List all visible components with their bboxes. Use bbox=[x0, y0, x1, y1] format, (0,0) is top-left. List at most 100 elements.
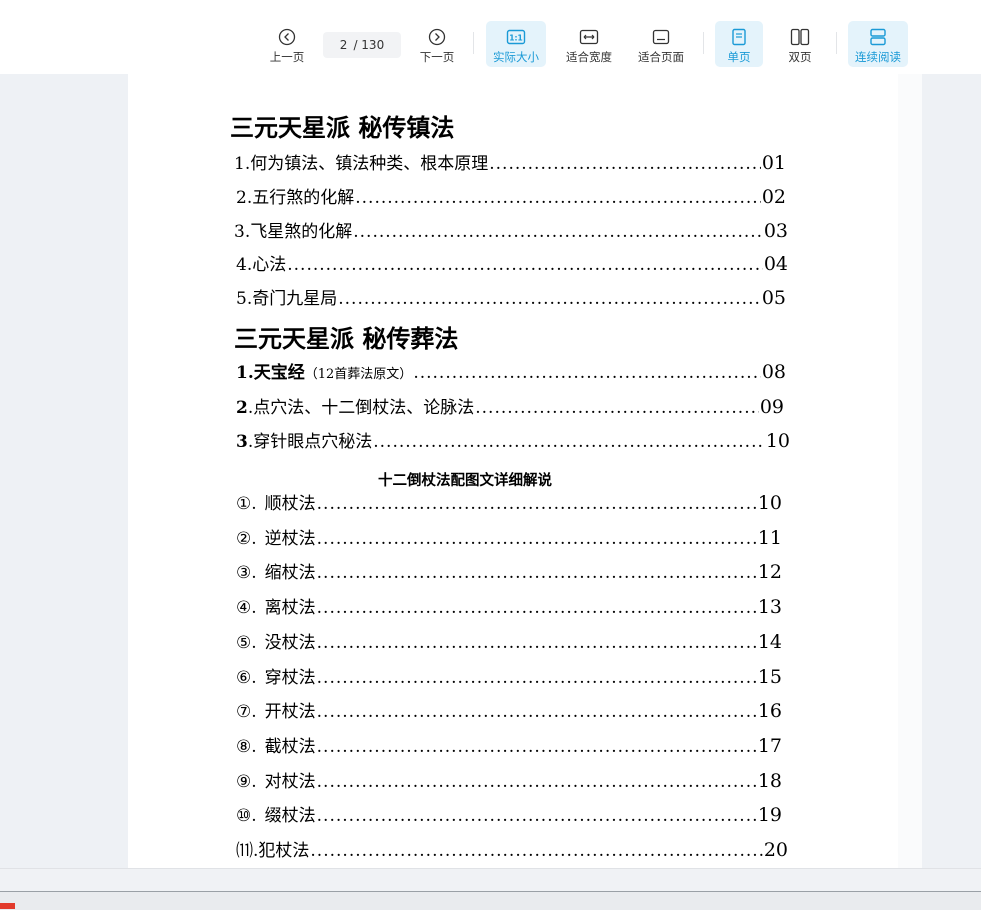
toc-entry-page: 14 bbox=[757, 630, 782, 653]
toc-entry-label: .点穴法、十二倒杖法、论脉法 bbox=[247, 398, 475, 418]
toc-entry-marker: ⑩. bbox=[236, 806, 257, 827]
toc-entry-note: （12首葬法原文） bbox=[304, 367, 413, 382]
toc-entry-label: .天宝经 bbox=[247, 363, 305, 383]
toc-entry[interactable]: 2 .点穴法、十二倒杖法、论脉法 09 bbox=[236, 393, 784, 418]
next-page-button[interactable]: 下一页 bbox=[414, 21, 460, 67]
toc-leader-dots bbox=[317, 702, 757, 722]
toc-leader-dots bbox=[317, 529, 757, 549]
toc-leader-dots bbox=[353, 222, 763, 242]
document-page: 三元天星派 秘传镇法 1.何为镇法、镇法种类、根本原理 01 2.五行煞的化解 … bbox=[128, 74, 900, 868]
toc-leader-dots bbox=[317, 494, 757, 514]
toc-entry[interactable]: 1 .天宝经 （12首葬法原文） 08 bbox=[236, 358, 786, 383]
toc-leader-dots bbox=[475, 398, 759, 418]
prev-page-button[interactable]: 上一页 bbox=[264, 21, 310, 67]
toc-entry-label: 缩杖法 bbox=[264, 563, 316, 584]
toc-entry[interactable]: ⑦. 开杖法 16 bbox=[236, 697, 782, 722]
toc-entry[interactable]: 2.五行煞的化解 02 bbox=[236, 183, 786, 208]
toc-entry[interactable]: ①. 顺杖法 10 bbox=[236, 489, 782, 514]
toc-entry-number: 1 bbox=[236, 363, 248, 383]
section-title-zangfa: 三元天星派 秘传葬法 bbox=[234, 324, 459, 353]
toc-entry-label: 穿杖法 bbox=[264, 667, 316, 688]
toc-leader-dots bbox=[317, 772, 757, 792]
page-number-input[interactable]: 2 / 130 bbox=[323, 32, 401, 58]
viewer-toolbar: 上一页 2 / 130 下一页 1:1 实际大小 适合宽度 适合页面 单页 双页… bbox=[0, 0, 981, 74]
app-icon[interactable] bbox=[0, 903, 15, 909]
toc-entry-marker: ②. bbox=[236, 528, 257, 549]
toc-entry[interactable]: ⑨. 对杖法 18 bbox=[236, 767, 782, 792]
toc-entry[interactable]: ⑥. 穿杖法 15 bbox=[236, 663, 782, 688]
fit-page-icon bbox=[651, 27, 671, 47]
fit-width-button[interactable]: 适合宽度 bbox=[559, 21, 619, 67]
toc-entry-page: 17 bbox=[757, 734, 782, 757]
toc-entry-marker: ⑦. bbox=[236, 702, 257, 723]
toc-entry-label: 离杖法 bbox=[264, 598, 316, 619]
chevron-left-circle-icon bbox=[278, 27, 296, 47]
toc-entry-page: 10 bbox=[765, 430, 790, 452]
toc-entry-page: 04 bbox=[763, 253, 788, 275]
toc-entry-marker: ⑤. bbox=[236, 632, 257, 653]
toc-entry-label: 逆杖法 bbox=[264, 528, 316, 549]
viewer-bottom-bar bbox=[0, 868, 981, 892]
toolbar-divider bbox=[836, 32, 837, 54]
current-page: 2 bbox=[339, 38, 348, 52]
toc-entry-label: 截杖法 bbox=[264, 736, 316, 757]
toc-leader-dots bbox=[317, 806, 757, 826]
fit-width-label: 适合宽度 bbox=[566, 50, 612, 64]
toc-entry-marker: ⑥. bbox=[236, 667, 257, 688]
toc-entry[interactable]: 5.奇门九星局 05 bbox=[236, 284, 786, 309]
toc-entry[interactable]: ⑩. 缀杖法 19 bbox=[236, 801, 782, 826]
toc-entry-label: 顺杖法 bbox=[264, 494, 316, 514]
double-page-button[interactable]: 双页 bbox=[776, 21, 824, 67]
toc-entry-page: 13 bbox=[757, 596, 782, 619]
toc-entry-label: 3.飞星煞的化解 bbox=[234, 222, 353, 242]
toc-entry[interactable]: ④. 离杖法 13 bbox=[236, 593, 782, 618]
double-page-label: 双页 bbox=[788, 50, 812, 64]
toc-entry-page: 11 bbox=[757, 526, 782, 549]
toc-entry-page: 01 bbox=[761, 152, 786, 174]
toc-entry[interactable]: 3 .穿针眼点穴秘法 10 bbox=[236, 427, 790, 452]
toc-entry-label: 对杖法 bbox=[264, 771, 316, 792]
toc-entry[interactable]: ⑾.犯杖法 20 bbox=[236, 836, 788, 861]
toc-entry[interactable]: 1.何为镇法、镇法种类、根本原理 01 bbox=[234, 149, 786, 174]
chevron-right-circle-icon bbox=[428, 27, 446, 47]
toc-leader-dots bbox=[310, 841, 762, 861]
single-page-label: 单页 bbox=[727, 50, 751, 64]
toc-entry-label: .穿针眼点穴秘法 bbox=[247, 432, 373, 452]
fit-page-label: 适合页面 bbox=[638, 50, 684, 64]
fit-width-icon bbox=[579, 27, 599, 47]
toc-leader-dots bbox=[317, 563, 757, 583]
continuous-reading-button[interactable]: 连续阅读 bbox=[848, 21, 908, 67]
toc-entry-marker: ⑨. bbox=[236, 771, 257, 792]
toc-entry[interactable]: ②. 逆杖法 11 bbox=[236, 524, 782, 549]
toc-entry[interactable]: ③. 缩杖法 12 bbox=[236, 558, 782, 583]
toc-leader-dots bbox=[355, 188, 761, 208]
toc-entry-label: 犯杖法 bbox=[258, 841, 310, 861]
double-page-icon bbox=[790, 27, 810, 47]
toc-entry-page: 02 bbox=[761, 186, 786, 208]
toc-entry[interactable]: 4.心法 04 bbox=[236, 250, 788, 275]
subsection-title: 十二倒杖法配图文详细解说 bbox=[378, 472, 552, 489]
single-page-button[interactable]: 单页 bbox=[715, 21, 763, 67]
toc-leader-dots bbox=[413, 363, 761, 383]
toc-entry-page: 05 bbox=[761, 287, 786, 309]
toc-leader-dots bbox=[317, 598, 757, 618]
actual-size-button[interactable]: 1:1 实际大小 bbox=[486, 21, 546, 67]
toc-entry-marker: ④. bbox=[236, 598, 257, 619]
toc-leader-dots bbox=[317, 668, 757, 688]
toc-entry-label: 没杖法 bbox=[264, 632, 316, 653]
total-pages: / 130 bbox=[353, 38, 385, 52]
toc-entry[interactable]: ⑧. 截杖法 17 bbox=[236, 732, 782, 757]
toc-entry-marker: ⑾. bbox=[236, 841, 259, 861]
toc-entry-marker: ⑧. bbox=[236, 736, 257, 757]
toc-entry-label: 2.五行煞的化解 bbox=[236, 188, 355, 208]
toc-leader-dots bbox=[373, 432, 765, 452]
fit-page-button[interactable]: 适合页面 bbox=[631, 21, 691, 67]
toc-leader-dots bbox=[338, 289, 761, 309]
toc-entry-page: 03 bbox=[763, 220, 788, 242]
toolbar-divider bbox=[473, 32, 474, 54]
toc-entry-page: 08 bbox=[761, 361, 786, 383]
next-page-label: 下一页 bbox=[419, 50, 455, 64]
toc-entry[interactable]: ⑤. 没杖法 14 bbox=[236, 628, 782, 653]
toc-entry-number: 3 bbox=[236, 432, 248, 452]
toc-entry[interactable]: 3.飞星煞的化解 03 bbox=[234, 217, 788, 242]
